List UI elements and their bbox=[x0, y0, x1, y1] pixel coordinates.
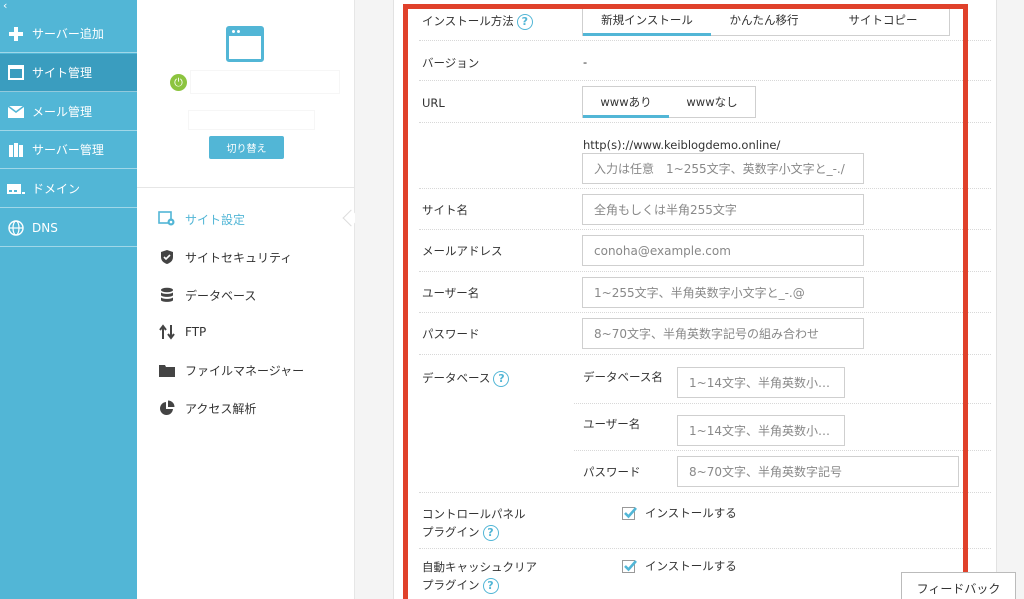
db-password-input[interactable]: 8~70文字、半角英数字記号 bbox=[677, 456, 959, 487]
help-icon[interactable]: ? bbox=[482, 577, 499, 594]
row-divider bbox=[419, 492, 991, 493]
install-method-label: インストール方法? bbox=[422, 13, 533, 30]
db-user-label: ユーザー名 bbox=[583, 417, 641, 431]
cache-plugin-label: 自動キャッシュクリア プラグイン? bbox=[422, 560, 537, 594]
www-tabs: wwwあり wwwなし bbox=[582, 86, 756, 118]
main-content: インストール方法? 新規インストール かんたん移行 サイトコピー バージョン -… bbox=[355, 0, 1024, 599]
tab-easy-migration[interactable]: かんたん移行 bbox=[711, 5, 817, 35]
row-divider bbox=[419, 312, 991, 313]
sidebar-item-add-server[interactable]: サーバー追加 bbox=[0, 15, 137, 53]
database-label: データベース? bbox=[422, 370, 510, 387]
tab-without-www[interactable]: wwwなし bbox=[669, 87, 755, 117]
row-divider bbox=[419, 354, 991, 355]
switch-site-button[interactable]: 切り替え bbox=[209, 136, 284, 159]
menu-item-label: アクセス解析 bbox=[185, 401, 257, 416]
row-divider bbox=[574, 403, 991, 404]
menu-item-site-settings[interactable]: サイト設定 bbox=[157, 209, 245, 229]
install-method-tabs: 新規インストール かんたん移行 サイトコピー bbox=[582, 4, 950, 36]
db-user-input[interactable]: 1~14文字、半角英数小… bbox=[677, 415, 845, 446]
sidebar-item-mail-management[interactable]: メール管理 bbox=[0, 93, 137, 131]
folder-icon bbox=[157, 361, 177, 379]
help-icon[interactable]: ? bbox=[493, 370, 510, 387]
version-value: - bbox=[583, 55, 588, 69]
sidebar-item-domain[interactable]: ドメイン bbox=[0, 170, 137, 208]
row-divider bbox=[419, 40, 991, 41]
sidebar-item-label: メール管理 bbox=[32, 105, 93, 119]
server-icon bbox=[0, 142, 32, 158]
row-divider bbox=[419, 548, 991, 549]
email-label: メールアドレス bbox=[422, 244, 503, 258]
site-panel: ⏻ 切り替え サイト設定 サイトセキュリティ データベース FTP ファイルマネ… bbox=[137, 0, 360, 599]
row-divider bbox=[419, 122, 991, 123]
email-input[interactable]: conoha@example.com bbox=[582, 235, 864, 266]
menu-item-label: サイト設定 bbox=[185, 212, 246, 227]
db-name-label: データベース名 bbox=[583, 370, 663, 384]
power-status-icon: ⏻ bbox=[170, 74, 187, 91]
transfer-arrows-icon bbox=[157, 323, 177, 341]
site-window-icon bbox=[226, 26, 264, 62]
site-name-display bbox=[190, 70, 340, 94]
password-label: パスワード bbox=[422, 327, 480, 341]
url-prefix: http(s)://www.keiblogdemo.online/ bbox=[583, 138, 781, 152]
menu-item-label: FTP bbox=[185, 325, 207, 339]
menu-item-file-manager[interactable]: ファイルマネージャー bbox=[157, 360, 304, 380]
menu-item-access-analytics[interactable]: アクセス解析 bbox=[157, 398, 256, 418]
version-label: バージョン bbox=[422, 56, 480, 70]
mail-icon bbox=[0, 105, 32, 118]
url-path-input[interactable]: 入力は任意 1~255文字、英数字小文字と_-./ bbox=[582, 153, 864, 184]
sidebar-item-label: サイト管理 bbox=[32, 66, 93, 80]
sidebar-item-server-management[interactable]: サーバー管理 bbox=[0, 131, 137, 169]
globe-icon bbox=[0, 219, 32, 236]
menu-item-label: データベース bbox=[185, 288, 257, 303]
database-icon bbox=[157, 286, 177, 304]
row-divider bbox=[419, 271, 991, 272]
cp-plugin-label: コントロールパネル プラグイン? bbox=[422, 507, 526, 541]
collapse-sidebar-icon[interactable]: ‹ bbox=[3, 0, 7, 12]
domain-icon bbox=[0, 183, 32, 195]
sidebar-item-dns[interactable]: DNS bbox=[0, 209, 137, 247]
main-sidebar: ‹ サーバー追加 サイト管理 メール管理 サーバー管理 ドメイン DNS bbox=[0, 0, 137, 599]
site-settings-icon bbox=[157, 210, 177, 228]
sidebar-item-site-management[interactable]: サイト管理 bbox=[0, 54, 137, 92]
menu-item-database[interactable]: データベース bbox=[157, 285, 256, 305]
pie-chart-icon bbox=[157, 399, 177, 417]
db-name-input[interactable]: 1~14文字、半角英数小… bbox=[677, 367, 845, 398]
row-divider bbox=[419, 229, 991, 230]
site-url-display bbox=[188, 110, 315, 130]
row-divider bbox=[419, 188, 991, 189]
menu-item-label: サイトセキュリティ bbox=[185, 250, 293, 265]
site-name-input[interactable]: 全角もしくは半角255文字 bbox=[582, 194, 864, 225]
checkbox-checked-icon[interactable] bbox=[622, 506, 637, 520]
sidebar-item-label: サーバー管理 bbox=[32, 143, 104, 157]
plus-icon bbox=[0, 26, 32, 42]
menu-item-site-security[interactable]: サイトセキュリティ bbox=[157, 247, 292, 267]
row-divider bbox=[419, 80, 991, 81]
tab-site-copy[interactable]: サイトコピー bbox=[817, 5, 949, 35]
help-icon[interactable]: ? bbox=[516, 13, 533, 30]
window-icon bbox=[0, 65, 32, 80]
db-password-label: パスワード bbox=[583, 465, 641, 479]
help-icon[interactable]: ? bbox=[482, 524, 499, 541]
menu-item-label: ファイルマネージャー bbox=[185, 363, 305, 378]
menu-item-ftp[interactable]: FTP bbox=[157, 322, 206, 342]
divider bbox=[137, 187, 355, 188]
feedback-button[interactable]: フィードバック bbox=[901, 572, 1016, 599]
sidebar-item-label: DNS bbox=[32, 220, 58, 235]
checkbox-checked-icon[interactable] bbox=[622, 559, 637, 573]
tab-with-www[interactable]: wwwあり bbox=[583, 87, 669, 118]
username-label: ユーザー名 bbox=[422, 286, 480, 300]
sidebar-item-label: サーバー追加 bbox=[32, 27, 104, 41]
cp-plugin-checkbox[interactable]: インストールする bbox=[622, 505, 737, 521]
url-label: URL bbox=[422, 96, 445, 110]
row-divider bbox=[574, 450, 991, 451]
password-input[interactable]: 8~70文字、半角英数字記号の組み合わせ bbox=[582, 318, 864, 349]
cache-plugin-checkbox[interactable]: インストールする bbox=[622, 558, 737, 574]
site-install-form: インストール方法? 新規インストール かんたん移行 サイトコピー バージョン -… bbox=[393, 0, 997, 599]
tab-new-install[interactable]: 新規インストール bbox=[583, 5, 711, 36]
username-input[interactable]: 1~255文字、半角英数字小文字と_-.@ bbox=[582, 277, 864, 308]
shield-icon bbox=[157, 248, 177, 266]
sidebar-item-label: ドメイン bbox=[32, 182, 81, 196]
site-name-label: サイト名 bbox=[422, 203, 468, 217]
